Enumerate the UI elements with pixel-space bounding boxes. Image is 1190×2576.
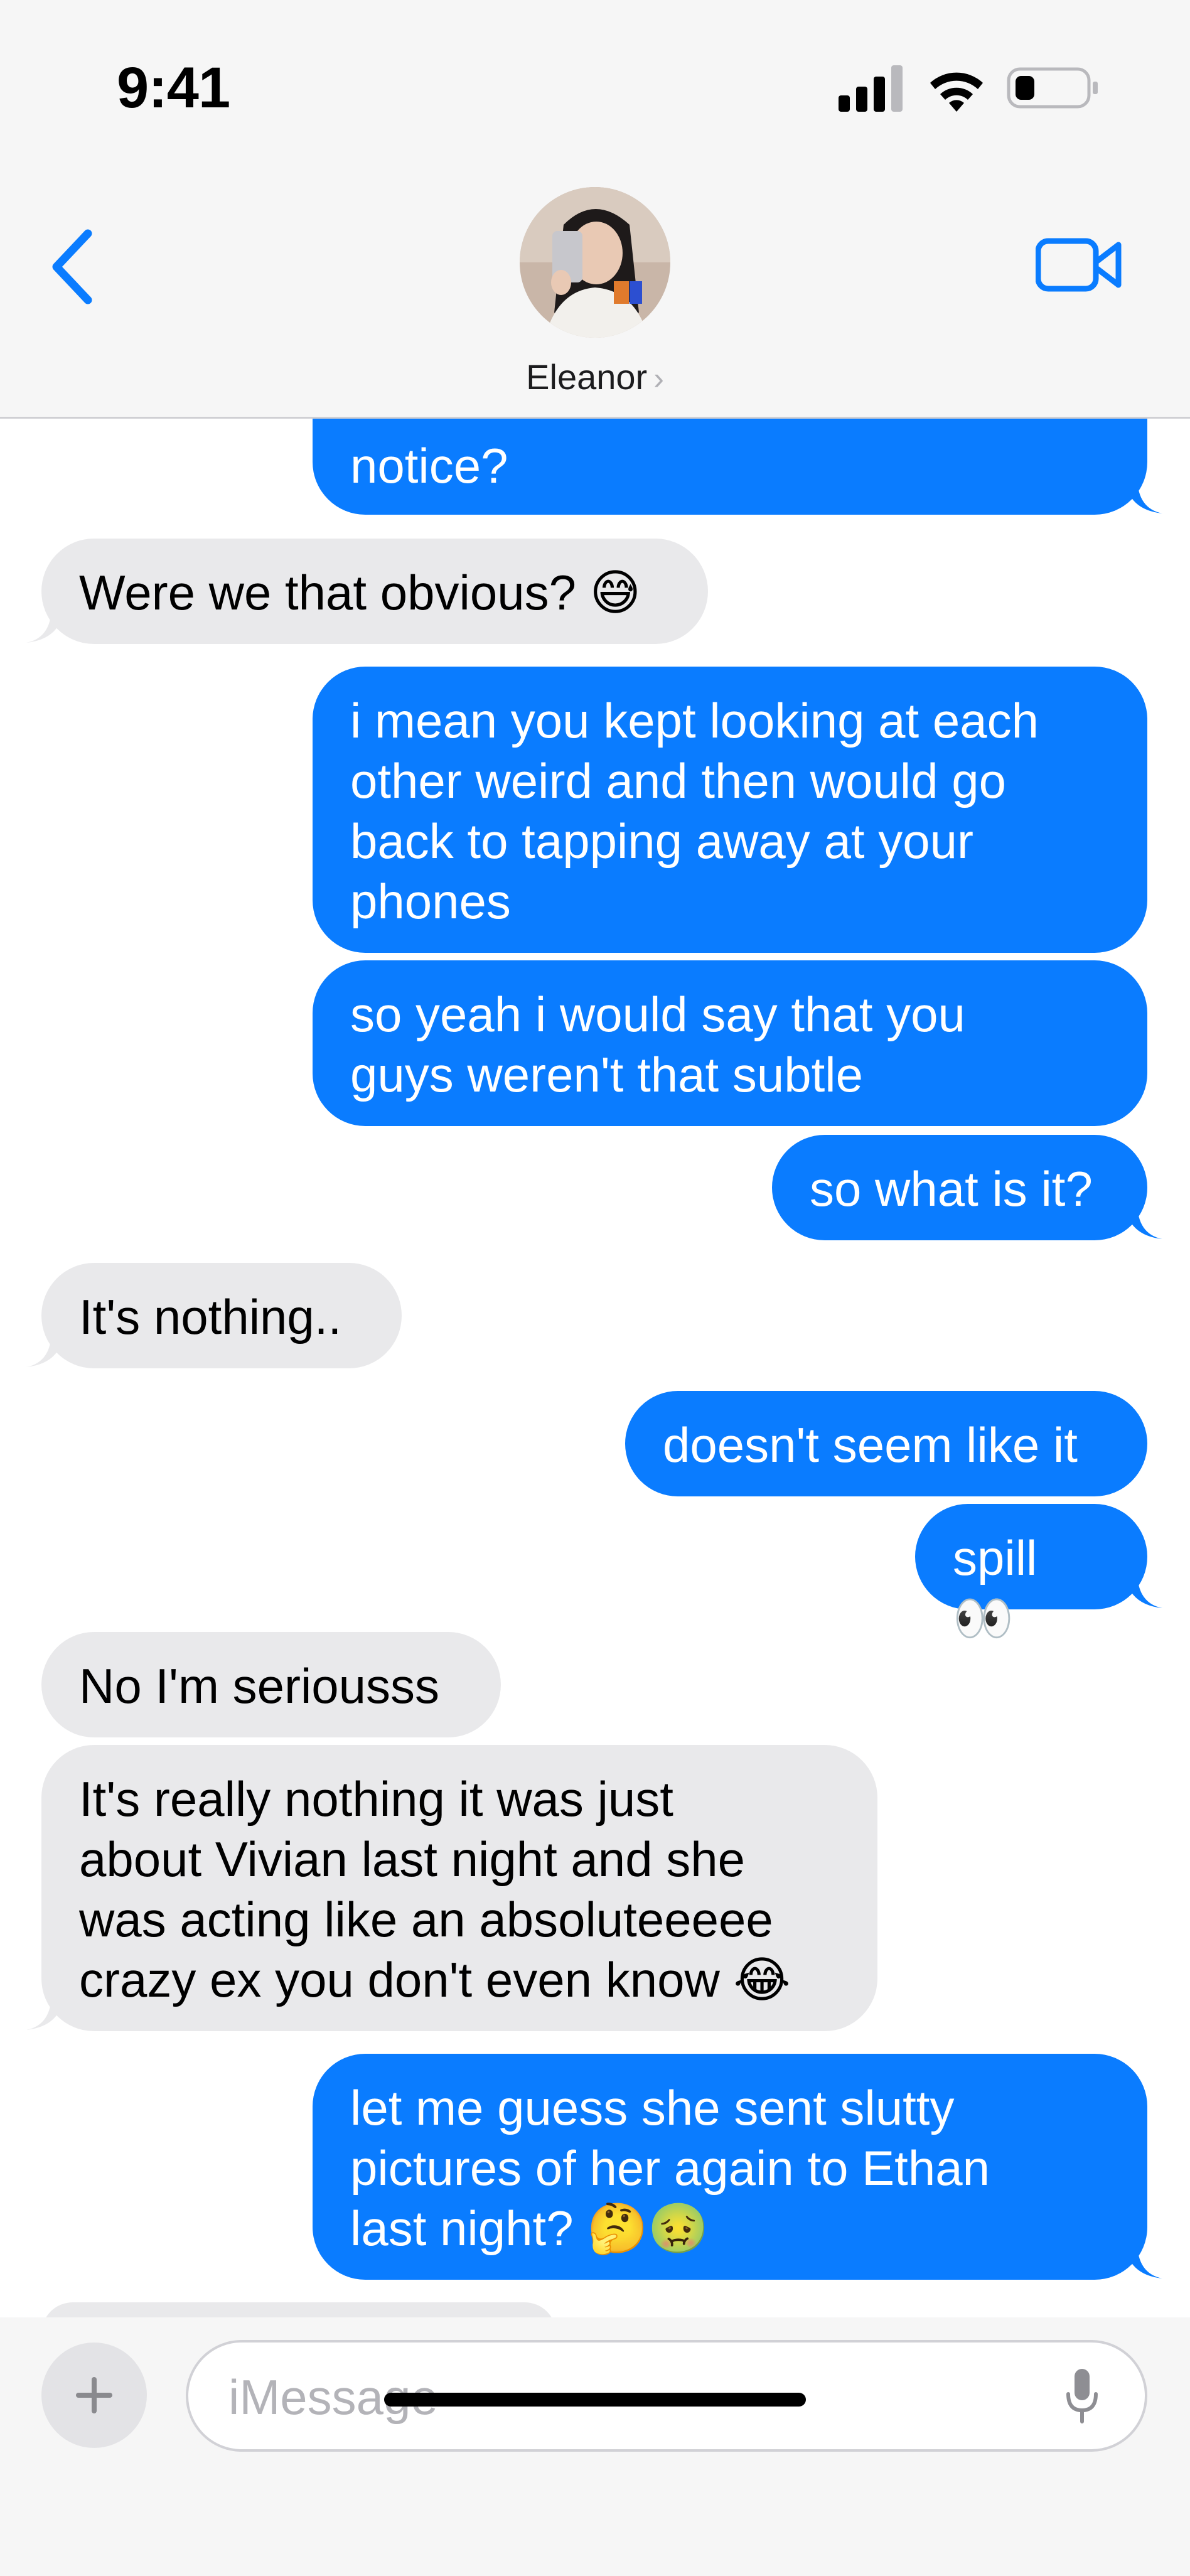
message-text: Were we that obvious? 😅 [79, 565, 641, 620]
video-camera-icon[interactable] [1036, 233, 1123, 296]
message-text: It's nothing.. [79, 1289, 342, 1344]
conversation-header: 9:41 Eleanor › [0, 0, 1190, 419]
message-text: doesn't seem like it [663, 1417, 1078, 1473]
message-text: spill 👀 [953, 1530, 1051, 1646]
message-text: No I'm seriousss [79, 1658, 440, 1714]
message-bubble-outgoing[interactable]: spill 👀 [915, 1504, 1162, 1646]
contact-name-label: Eleanor [526, 357, 648, 397]
bubble-tail [1125, 477, 1162, 513]
chevron-right-icon: › [653, 361, 664, 396]
status-time: 9:41 [117, 56, 230, 120]
message-text: It's really nothing it was just about Vi… [79, 1771, 791, 2007]
contact-name[interactable]: Eleanor › [0, 357, 1190, 397]
message-text: so yeah i would say that you guys weren'… [350, 987, 965, 1102]
bubble-tail [26, 1994, 64, 2030]
battery-icon [1007, 67, 1098, 109]
bubble-tail [1125, 2242, 1162, 2278]
plus-icon[interactable] [41, 2343, 147, 2448]
bubble-tail [26, 606, 64, 643]
message-text: notice? [350, 438, 508, 493]
microphone-icon[interactable] [1063, 2366, 1101, 2427]
cellular-signal-icon [839, 65, 903, 112]
message-bubble-outgoing[interactable]: so yeah i would say that you guys weren'… [313, 960, 1147, 1126]
message-bubble-incoming[interactable]: Were we that obvious? 😅 [26, 539, 708, 644]
bubble-tail [26, 1331, 64, 1367]
message-bubble-incoming[interactable]: No I'm seriousss [41, 1632, 501, 1737]
status-icons [839, 63, 1102, 119]
message-bubble-outgoing[interactable]: doesn't seem like it [625, 1391, 1147, 1496]
message-text: let me guess she sent slutty pictures of… [350, 2080, 990, 2256]
avatar-photo [520, 187, 670, 338]
bubble-tail [1125, 1572, 1162, 1608]
message-bubble-incoming[interactable]: It's nothing.. [26, 1263, 402, 1368]
message-bubble-incoming[interactable]: It's really nothing it was just about Vi… [26, 1745, 877, 2031]
message-text: i mean you kept looking at each other we… [350, 693, 1039, 929]
contact-avatar[interactable] [520, 187, 670, 338]
wifi-icon [930, 72, 983, 112]
home-indicator [384, 2393, 806, 2407]
chevron-left-icon[interactable] [44, 226, 100, 308]
compose-bar: iMessage [0, 2317, 1190, 2576]
message-text: so what is it? [810, 1161, 1093, 1216]
message-bubble-outgoing[interactable]: i mean you kept looking at each other we… [313, 667, 1147, 953]
message-bubble-outgoing[interactable]: let me guess she sent slutty pictures of… [313, 2054, 1162, 2280]
message-bubble-outgoing[interactable]: so what is it? [772, 1135, 1162, 1240]
bubble-tail [1125, 1203, 1162, 1239]
